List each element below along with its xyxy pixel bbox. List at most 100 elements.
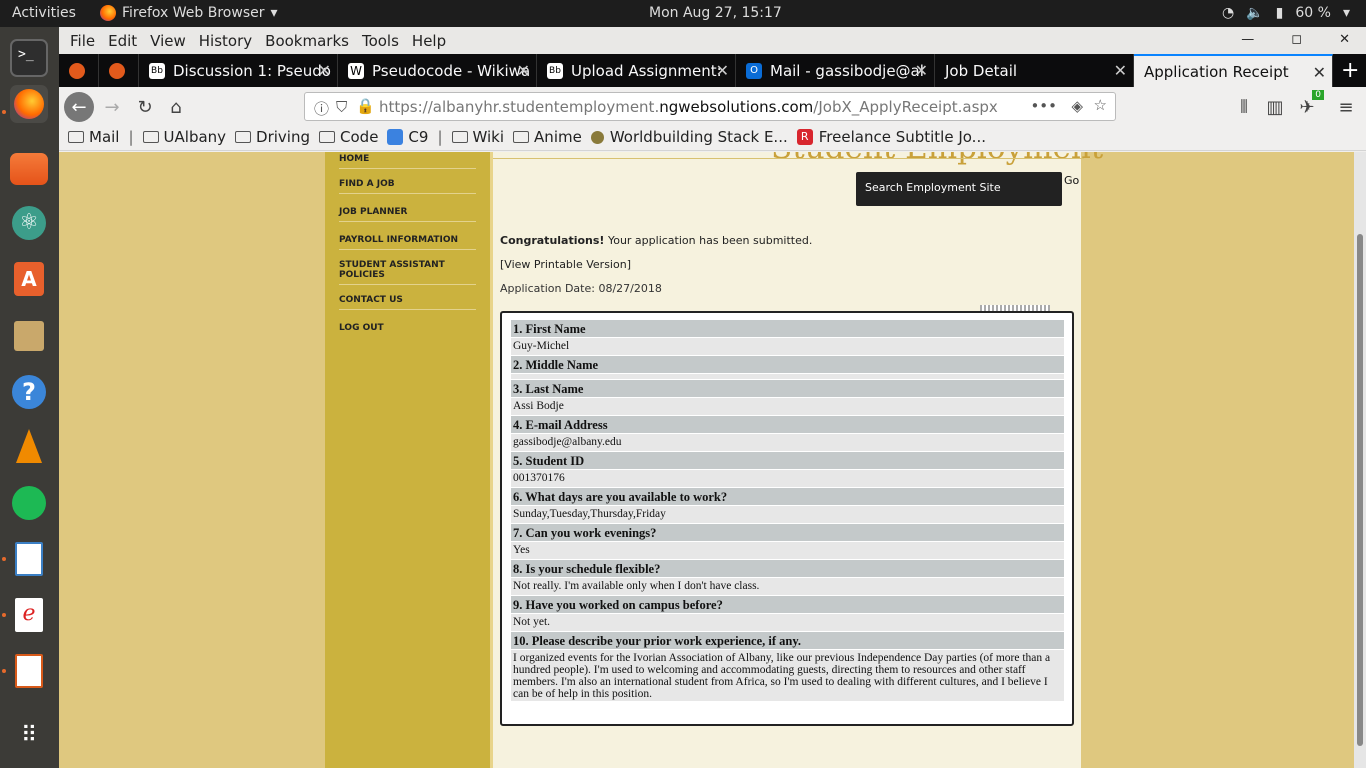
close-tab-icon[interactable]: ✕: [517, 61, 530, 80]
bookmark-code[interactable]: Code: [319, 128, 378, 146]
close-tab-icon[interactable]: ✕: [1114, 61, 1127, 80]
back-icon[interactable]: ←: [64, 92, 94, 122]
bookmarks-toolbar: Mail | UAlbany Driving Code C9 | Wiki An…: [59, 124, 1366, 151]
bookmark-star-icon[interactable]: ☆: [1094, 96, 1107, 114]
url-text[interactable]: https://albanyhr.studentemployment.ngweb…: [379, 98, 998, 116]
bookmark-worldbuilding[interactable]: Worldbuilding Stack E...: [590, 128, 788, 146]
bookmark-label: C9: [408, 128, 429, 146]
firefox-window: File Edit View History Bookmarks Tools H…: [59, 27, 1366, 768]
url-bar[interactable]: ⓘ ⛉ 🔒 https://albanyhr.studentemployment…: [304, 92, 1116, 121]
congrats-text: Your application has been submitted.: [604, 234, 813, 247]
spotify-icon[interactable]: [10, 484, 48, 522]
atom-icon[interactable]: ⚛: [10, 204, 48, 242]
menu-history[interactable]: History: [199, 32, 252, 50]
home-icon[interactable]: ⌂: [161, 92, 191, 122]
nav-payroll-information[interactable]: PAYROLL INFORMATION: [339, 235, 476, 250]
document-viewer-icon[interactable]: ℯ: [10, 596, 48, 634]
congrats-heading: Congratulations!: [500, 234, 605, 247]
bookmark-mail[interactable]: Mail: [68, 128, 119, 146]
question-label: 7. Can you work evenings?: [511, 524, 1064, 542]
dock: >_ ⚛ A ? ℯ ⠿: [0, 27, 59, 768]
close-tab-icon[interactable]: ✕: [1313, 63, 1326, 82]
question-label: 4. E-mail Address: [511, 416, 1064, 434]
nav-home[interactable]: HOME: [339, 154, 476, 169]
rev-icon: R: [796, 129, 813, 145]
menu-edit[interactable]: Edit: [108, 32, 137, 50]
menu-tools[interactable]: Tools: [362, 32, 399, 50]
shield-icon[interactable]: ⛉: [336, 98, 347, 116]
vlc-icon[interactable]: [10, 427, 48, 465]
tab-job-detail[interactable]: Job Detail ✕: [935, 54, 1134, 87]
bookmark-driving[interactable]: Driving: [235, 128, 310, 146]
page-scrollbar[interactable]: [1354, 152, 1366, 768]
question-label: 3. Last Name: [511, 380, 1064, 398]
extension-icon[interactable]: ✈ 0: [1292, 90, 1324, 122]
archive-manager-icon[interactable]: [10, 317, 48, 355]
menu-bookmarks[interactable]: Bookmarks: [265, 32, 349, 50]
software-center-icon[interactable]: A: [10, 260, 48, 298]
stackexchange-icon: [590, 130, 604, 144]
reload-icon[interactable]: ↻: [130, 92, 160, 122]
app-menu-label: Firefox Web Browser: [122, 5, 265, 21]
bookmark-label: Freelance Subtitle Jo...: [818, 128, 986, 146]
minimize-icon[interactable]: —: [1241, 32, 1254, 47]
tab-pinned-1[interactable]: [59, 54, 99, 87]
info-icon[interactable]: ⓘ: [314, 98, 329, 119]
maximize-icon[interactable]: ◻: [1291, 32, 1302, 47]
show-applications-icon[interactable]: ⠿: [10, 717, 48, 755]
terminal-icon[interactable]: >_: [10, 39, 48, 77]
blackboard-icon: [69, 62, 85, 79]
wikipedia-icon: W: [348, 62, 364, 79]
bookmark-label: Driving: [256, 128, 311, 146]
help-icon[interactable]: ?: [10, 373, 48, 411]
tab-pseudocode[interactable]: W Pseudocode - Wikiwa ✕: [338, 54, 537, 87]
bookmark-anime[interactable]: Anime: [513, 128, 582, 146]
pocket-icon[interactable]: ◈: [1071, 97, 1083, 115]
sidebar-icon[interactable]: ▥: [1260, 92, 1290, 122]
system-tray[interactable]: ◔ 🔈 ▮ 60 % ▾: [1222, 5, 1350, 21]
close-icon[interactable]: ✕: [1339, 32, 1350, 47]
tab-discussion[interactable]: Bb Discussion 1: Pseudo ✕: [139, 54, 338, 87]
scrollbar-thumb[interactable]: [1357, 234, 1363, 746]
running-indicator: [2, 557, 6, 561]
menu-view[interactable]: View: [150, 32, 186, 50]
activities-button[interactable]: Activities: [12, 5, 76, 21]
tab-pinned-2[interactable]: [99, 54, 139, 87]
forward-icon[interactable]: →: [97, 92, 127, 122]
printable-version-link[interactable]: [View Printable Version]: [500, 258, 631, 271]
nav-job-planner[interactable]: JOB PLANNER: [339, 207, 476, 222]
nav-find-a-job[interactable]: FIND A JOB: [339, 179, 476, 194]
close-tab-icon[interactable]: ✕: [716, 61, 729, 80]
search-go-button[interactable]: Go: [1064, 174, 1079, 187]
answer-value: 001370176: [511, 470, 1064, 488]
menu-help[interactable]: Help: [412, 32, 446, 50]
app-menu[interactable]: Firefox Web Browser ▾: [100, 5, 278, 21]
tab-upload[interactable]: Bb Upload Assignment: ✕: [537, 54, 736, 87]
tab-mail[interactable]: O Mail - gassibodje@al ✕: [736, 54, 935, 87]
answer-value: Guy-Michel: [511, 338, 1064, 356]
site-sidebar: HOME FIND A JOB JOB PLANNER PAYROLL INFO…: [325, 152, 490, 768]
firefox-dock-icon[interactable]: [10, 85, 48, 123]
search-input[interactable]: Search Employment Site: [856, 172, 1062, 206]
library-icon[interactable]: ⫴: [1229, 92, 1259, 122]
new-tab-icon[interactable]: +: [1333, 54, 1366, 87]
impress-icon[interactable]: [10, 652, 48, 690]
clock[interactable]: Mon Aug 27, 15:17: [649, 5, 782, 21]
image-viewer-icon[interactable]: [10, 540, 48, 578]
bookmark-label: Anime: [534, 128, 582, 146]
nav-contact-us[interactable]: CONTACT US: [339, 295, 476, 310]
tab-application-receipt[interactable]: Application Receipt ✕: [1134, 54, 1333, 87]
close-tab-icon[interactable]: ✕: [915, 61, 928, 80]
nav-log-out[interactable]: LOG OUT: [339, 323, 476, 337]
bookmark-wiki[interactable]: Wiki: [451, 128, 504, 146]
files-icon[interactable]: [10, 153, 48, 185]
nav-student-assistant-policies[interactable]: STUDENT ASSISTANT POLICIES: [339, 260, 476, 285]
page-actions-icon[interactable]: •••: [1030, 97, 1057, 115]
hamburger-menu-icon[interactable]: ≡: [1331, 92, 1361, 122]
bookmark-freelance[interactable]: R Freelance Subtitle Jo...: [796, 128, 986, 146]
menu-bar: File Edit View History Bookmarks Tools H…: [59, 27, 1366, 54]
bookmark-ualbany[interactable]: UAlbany: [142, 128, 226, 146]
close-tab-icon[interactable]: ✕: [318, 61, 331, 80]
menu-file[interactable]: File: [70, 32, 95, 50]
bookmark-c9[interactable]: C9: [387, 128, 428, 146]
